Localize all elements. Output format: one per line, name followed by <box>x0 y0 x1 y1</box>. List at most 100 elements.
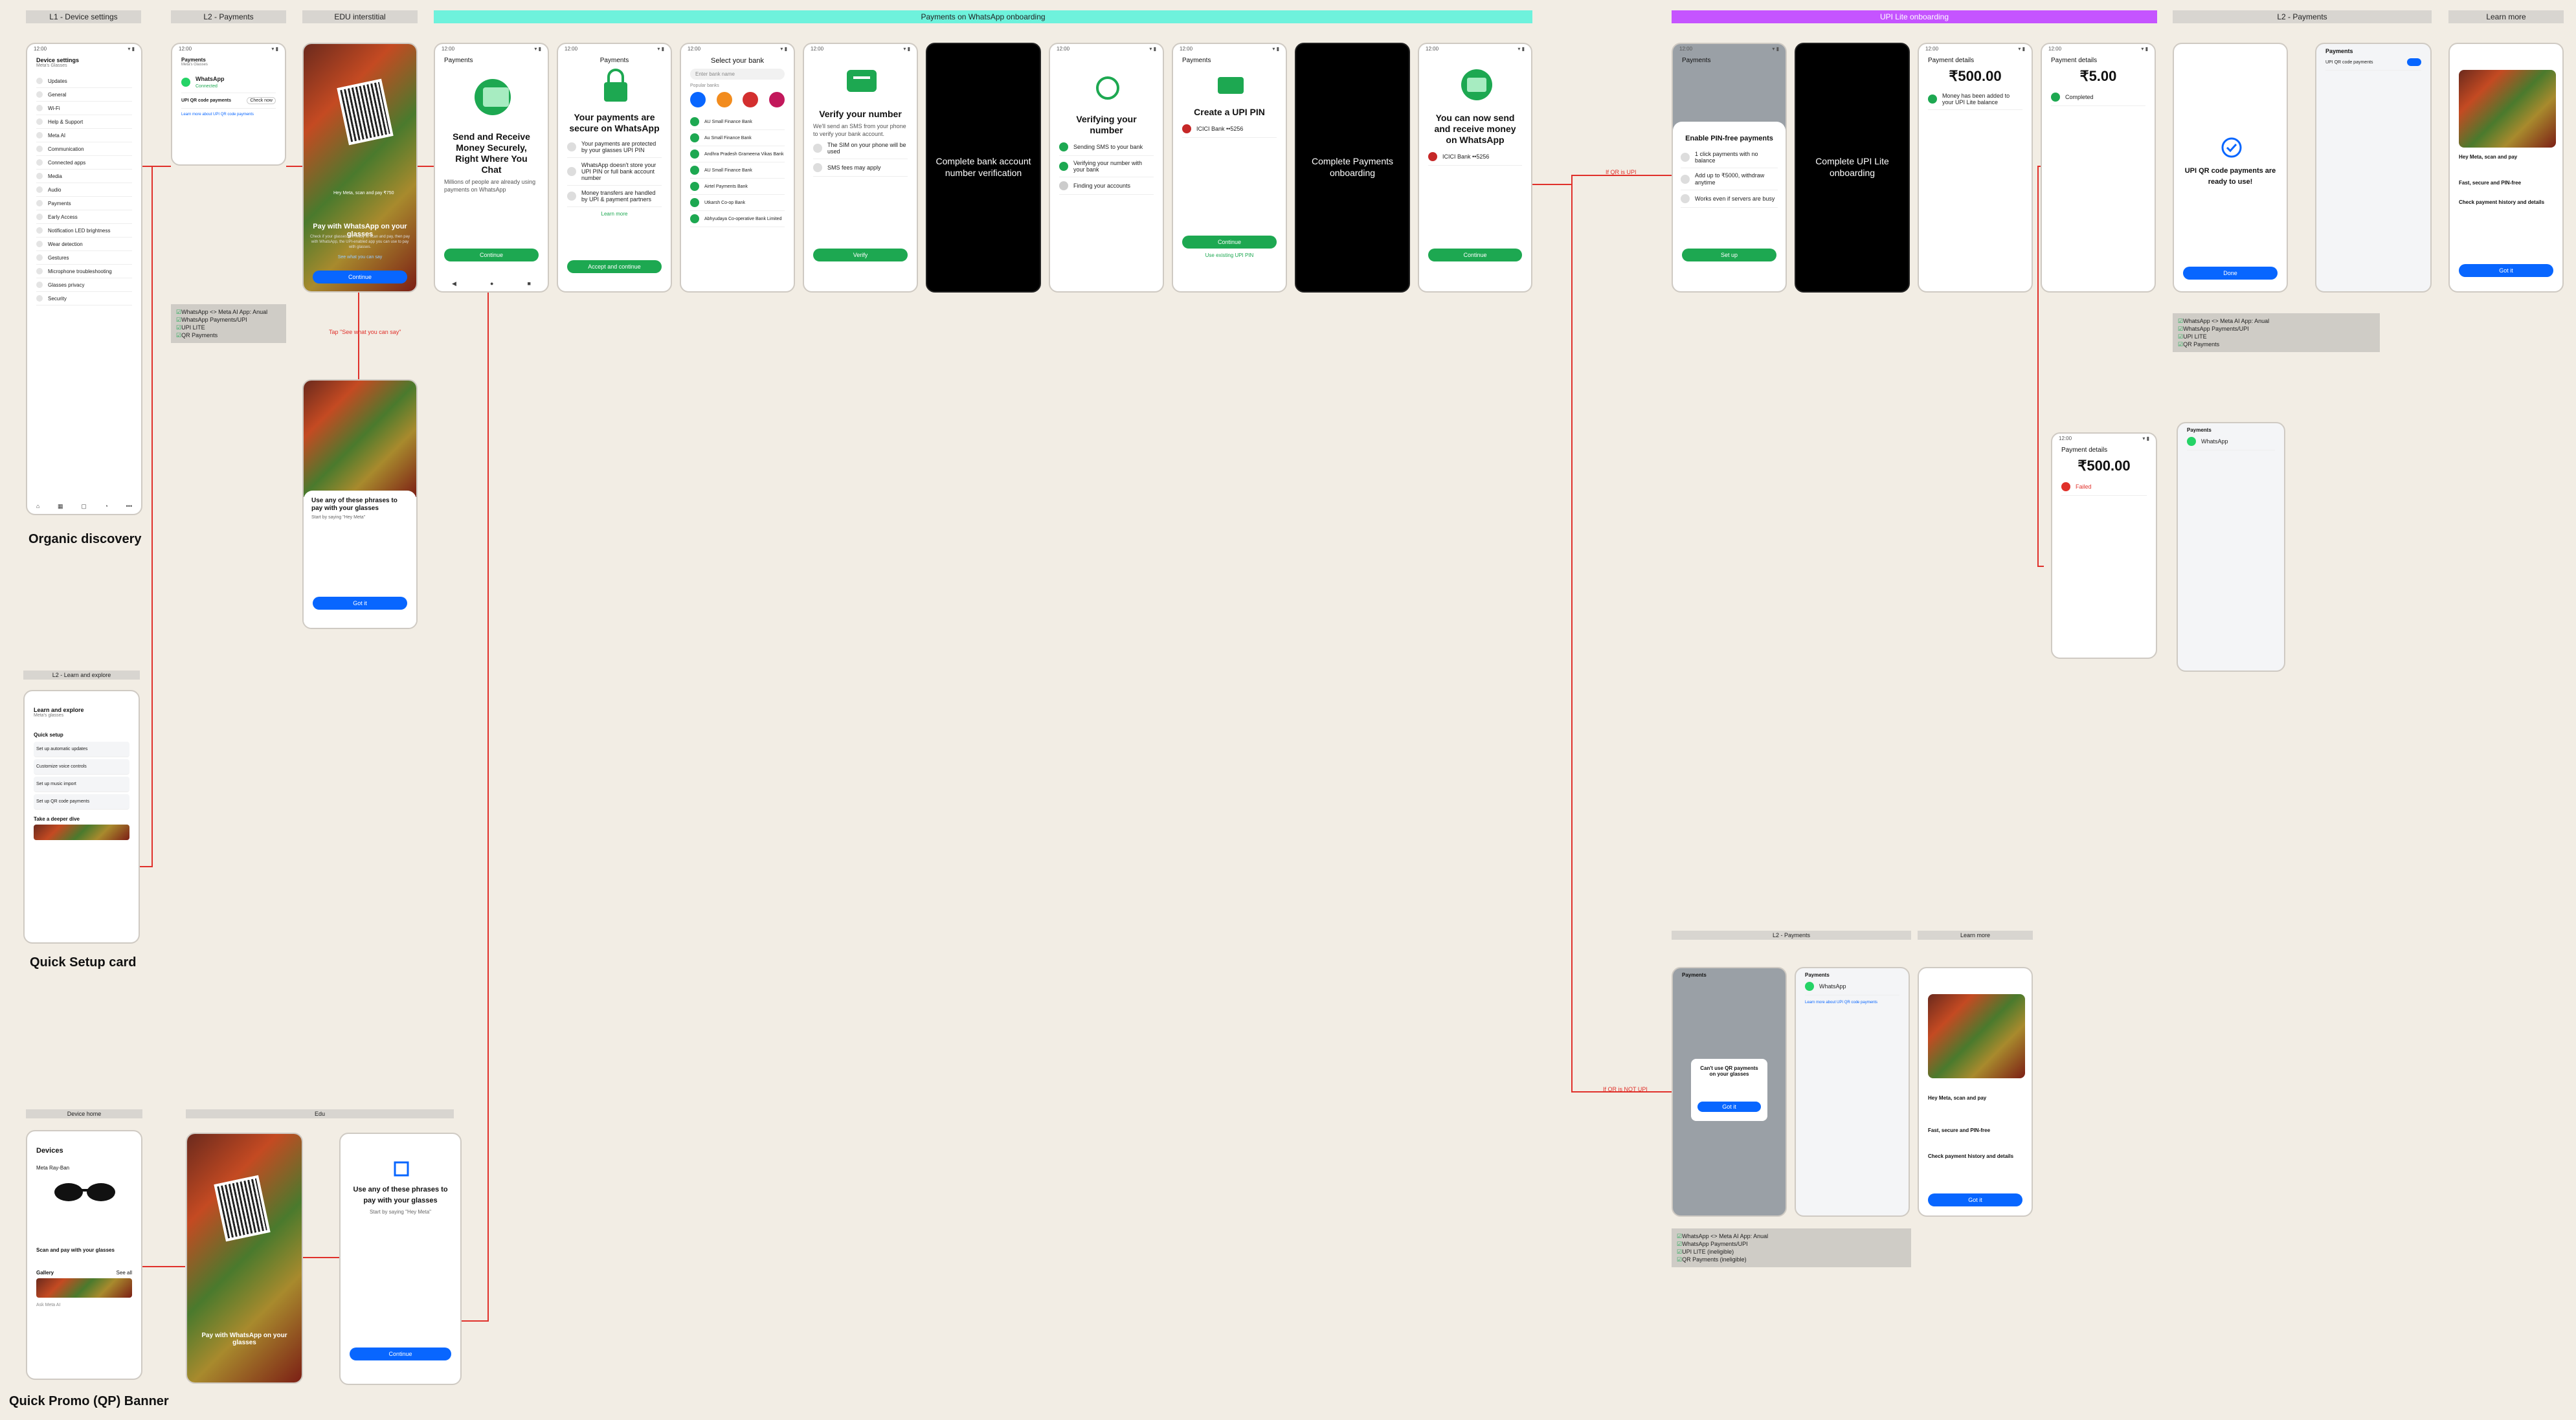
bank-icon <box>690 166 699 175</box>
continue-button[interactable]: Continue <box>1428 249 1522 261</box>
header-l2-payments: L2 - Payments <box>171 10 286 23</box>
screen-title: Payments <box>1682 972 1707 978</box>
got-it-button[interactable]: Got it <box>1928 1193 2022 1206</box>
bank-list-item[interactable]: Airtel Payments Bank <box>690 179 785 195</box>
got-it-button[interactable]: Got it <box>2459 264 2553 277</box>
payment-amount: ₹500.00 <box>1949 68 2002 84</box>
header-learn-more-2: Learn more <box>1918 931 2033 940</box>
phrases-title: Use any of these phrases to pay with you… <box>311 497 398 512</box>
bank-icon[interactable] <box>716 92 732 107</box>
bank-list-item[interactable]: Abhyudaya Co-operative Bank Limited <box>690 211 785 227</box>
bank-search-input[interactable]: Enter bank name <box>690 69 785 80</box>
screen-title: Payments <box>181 57 206 63</box>
continue-button[interactable]: Continue <box>350 1348 451 1360</box>
gallery-icon[interactable]: ▢ <box>81 503 87 510</box>
settings-item[interactable]: Help & Support <box>36 115 132 129</box>
phone-payment-failed: 12:00 ▾ ▮ Payment details ₹500.00 Failed <box>2051 432 2157 659</box>
header-device-home: Device home <box>26 1109 142 1118</box>
bank-icon <box>690 150 699 159</box>
learn-link[interactable]: Learn more about UPI QR code payments <box>1805 1001 1899 1004</box>
settings-item[interactable]: Glasses privacy <box>36 278 132 292</box>
learn-link[interactable]: Learn more about UPI QR code payments <box>181 113 276 116</box>
phone-upi-lite-setup: 12:00 ▾ ▮ Payments Enable PIN-free paymen… <box>1672 43 1787 293</box>
continue-button[interactable]: Continue <box>444 249 539 261</box>
store-icon[interactable]: ◔ <box>104 503 107 510</box>
setting-icon <box>36 282 43 288</box>
setting-icon <box>36 91 43 98</box>
settings-item[interactable]: Payments <box>36 197 132 210</box>
header-edu2: Edu <box>186 1109 454 1118</box>
settings-item[interactable]: Gestures <box>36 251 132 265</box>
phone-onboarding-complete: 12:00 ▾ ▮ You can now send and receive mo… <box>1418 43 1532 293</box>
learn-item-2: Check payment history and details <box>1928 1153 2014 1159</box>
settings-item[interactable]: Connected apps <box>36 156 132 170</box>
connector-line <box>142 166 171 167</box>
see-what-link[interactable]: See what you can say <box>310 255 410 260</box>
upi-toggle[interactable] <box>2407 58 2421 66</box>
got-it-button[interactable]: Got it <box>313 597 407 610</box>
ask-input[interactable]: Ask Meta AI <box>36 1303 132 1307</box>
settings-item[interactable]: Notification LED brightness <box>36 224 132 238</box>
verify-button[interactable]: Verify <box>813 249 908 261</box>
see-all-link[interactable]: See all <box>117 1270 132 1276</box>
note-if-not-upi: If QR is NOT UPI <box>1603 1086 1648 1093</box>
screen-subtitle: Meta's glasses <box>34 713 64 718</box>
bank-list-item[interactable]: Utkarsh Co-op Bank <box>690 195 785 211</box>
settings-item[interactable]: Updates <box>36 74 132 88</box>
set-up-button[interactable]: Set up <box>1682 249 1776 261</box>
search-icon <box>1096 76 1119 100</box>
connector-line <box>487 293 489 1322</box>
continue-button[interactable]: Continue <box>313 271 407 283</box>
bank-icon[interactable] <box>690 92 706 107</box>
settings-item[interactable]: Security <box>36 292 132 305</box>
lock-icon <box>604 69 627 102</box>
apps-icon[interactable]: ▦ <box>58 503 63 510</box>
bank-list-item[interactable]: Au Small Finance Bank <box>690 130 785 146</box>
settings-item-label: Connected apps <box>48 159 86 166</box>
quick-setup-item[interactable]: Set up automatic updates <box>34 742 129 757</box>
check-now-button[interactable]: Check now <box>247 97 276 104</box>
gallery-label: Gallery <box>36 1270 54 1276</box>
settings-item[interactable]: Communication <box>36 142 132 156</box>
bank-list-item[interactable]: AU Small Finance Bank <box>690 114 785 130</box>
bank-list-item[interactable]: Andhra Pradesh Grameena Vikas Bank <box>690 146 785 162</box>
phone-payments-onboarding: Complete Payments onboarding <box>1295 43 1410 293</box>
settings-item[interactable]: Microphone troubleshooting <box>36 265 132 278</box>
bank-list-item[interactable]: AU Small Finance Bank <box>690 162 785 179</box>
learn-more-link[interactable]: Learn more <box>567 211 662 217</box>
bank-icon[interactable] <box>768 92 785 107</box>
connector-line <box>142 1266 185 1267</box>
header-upi-lite: UPI Lite onboarding <box>1672 10 2157 23</box>
continue-button[interactable]: Continue <box>1182 236 1277 249</box>
promo-banner[interactable]: Scan and pay with your glasses <box>36 1247 132 1253</box>
upi-title: UPI QR code payments <box>2325 60 2373 65</box>
accept-button[interactable]: Accept and continue <box>567 260 662 273</box>
settings-item[interactable]: Media <box>36 170 132 183</box>
upi-title: UPI QR code payments <box>181 98 232 103</box>
settings-item[interactable]: Wi-Fi <box>36 102 132 115</box>
quick-setup-item[interactable]: Set up QR code payments <box>34 794 129 810</box>
settings-item-label: Audio <box>48 186 62 193</box>
connector-line <box>2037 166 2039 567</box>
app-name: WhatsApp <box>196 76 225 82</box>
settings-item[interactable]: General <box>36 88 132 102</box>
settings-item[interactable]: Meta AI <box>36 129 132 142</box>
settings-item-label: Communication <box>48 146 84 152</box>
done-button[interactable]: Done <box>2183 267 2278 280</box>
bank-icon[interactable] <box>743 92 759 107</box>
settings-item[interactable]: Early Access <box>36 210 132 224</box>
phone-learn-explore: Learn and explore Meta's glasses Quick s… <box>23 690 140 944</box>
quick-setup-item[interactable]: Customize voice controls <box>34 759 129 775</box>
home-icon[interactable]: ⌂ <box>36 503 39 510</box>
payment-status: Money has been added to your UPI Lite ba… <box>1942 93 2010 105</box>
upi-lite-item-3: Works even if servers are busy <box>1695 195 1775 202</box>
more-icon[interactable]: ••• <box>126 503 132 510</box>
caption-quick-promo: Quick Promo (QP) Banner <box>9 1394 169 1408</box>
settings-item[interactable]: Wear detection <box>36 238 132 251</box>
phone-onboarding-1: 12:00 ▾ ▮ Payments Send and Receive Money… <box>434 43 549 293</box>
settings-item[interactable]: Audio <box>36 183 132 197</box>
quick-setup-item[interactable]: Set up music import <box>34 777 129 792</box>
got-it-button[interactable]: Got it <box>1697 1102 1761 1112</box>
existing-pin-link[interactable]: Use existing UPI PIN <box>1173 252 1286 258</box>
header-device-settings: L1 - Device settings <box>26 10 141 23</box>
